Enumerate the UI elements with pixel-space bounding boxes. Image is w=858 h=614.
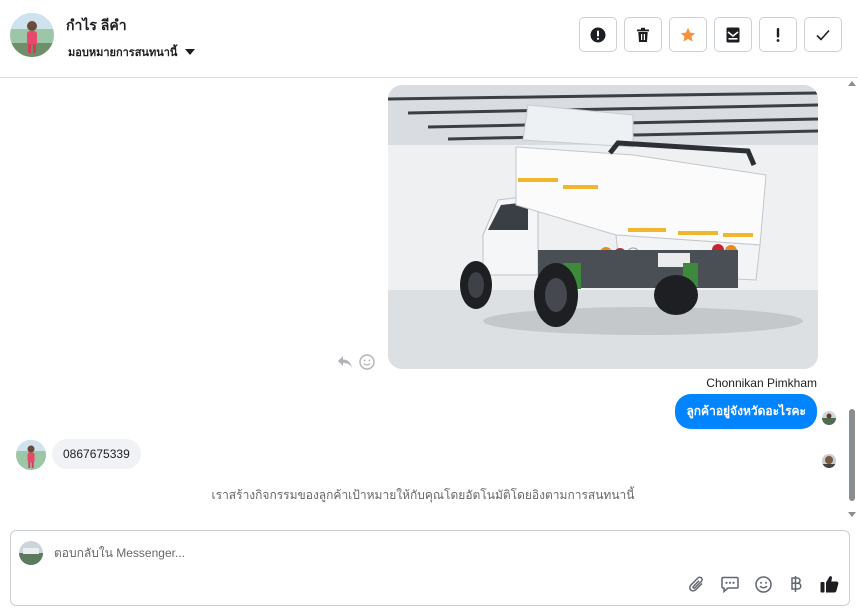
trash-icon	[637, 27, 649, 42]
assign-conversation-dropdown[interactable]: มอบหมายการสนทนานี้	[68, 43, 196, 61]
composer-tools	[687, 574, 839, 594]
emoji-icon[interactable]	[753, 574, 773, 594]
incoming-message-bubble[interactable]: 0867675339	[52, 439, 141, 469]
envelope-icon	[726, 27, 740, 42]
mark-spam-button[interactable]	[579, 17, 617, 52]
contact-name[interactable]: กำไร ลีคำ	[66, 15, 127, 37]
reply-icon[interactable]	[337, 355, 353, 369]
message-composer	[10, 530, 850, 606]
message-thread: Chonnikan Pimkham ลูกค้าอยู่จังหวัดอะไรค…	[0, 79, 846, 519]
star-button[interactable]	[669, 17, 707, 52]
check-icon	[816, 29, 830, 41]
scroll-down-arrow-icon[interactable]	[848, 512, 856, 517]
read-receipt-avatar	[822, 411, 836, 425]
baht-icon[interactable]	[786, 574, 806, 594]
contact-avatar-small[interactable]	[16, 440, 46, 470]
contact-avatar[interactable]	[10, 13, 54, 57]
conversation-header: กำไร ลีคำ มอบหมายการสนทนานี้	[0, 0, 858, 78]
seen-avatar	[822, 454, 836, 468]
follow-up-button[interactable]	[759, 17, 797, 52]
exclamation-icon	[776, 27, 780, 42]
system-activity-note: เราสร้างกิจกรรมของลูกค้าเป้าหมายให้กับคุ…	[211, 488, 635, 502]
thumbs-up-icon[interactable]	[819, 574, 839, 594]
message-actions	[337, 354, 375, 370]
paperclip-icon[interactable]	[687, 574, 707, 594]
saved-replies-icon[interactable]	[720, 574, 740, 594]
delete-button[interactable]	[624, 17, 662, 52]
scroll-thumb[interactable]	[849, 409, 855, 501]
caret-down-icon	[185, 49, 196, 55]
react-emoji-icon[interactable]	[359, 354, 375, 370]
alert-circle-icon	[590, 27, 606, 42]
reply-input[interactable]	[54, 543, 654, 563]
mark-unread-button[interactable]	[714, 17, 752, 52]
truck-photo-attachment[interactable]	[388, 85, 818, 369]
sender-name: Chonnikan Pimkham	[706, 376, 817, 390]
header-actions	[579, 17, 842, 52]
page-avatar	[19, 541, 43, 565]
star-icon	[680, 27, 696, 42]
assign-label: มอบหมายการสนทนานี้	[68, 47, 178, 59]
thread-scrollbar[interactable]	[846, 79, 858, 519]
outgoing-message-bubble[interactable]: ลูกค้าอยู่จังหวัดอะไรคะ	[675, 394, 817, 429]
mark-done-button[interactable]	[804, 17, 842, 52]
scroll-up-arrow-icon[interactable]	[848, 81, 856, 86]
